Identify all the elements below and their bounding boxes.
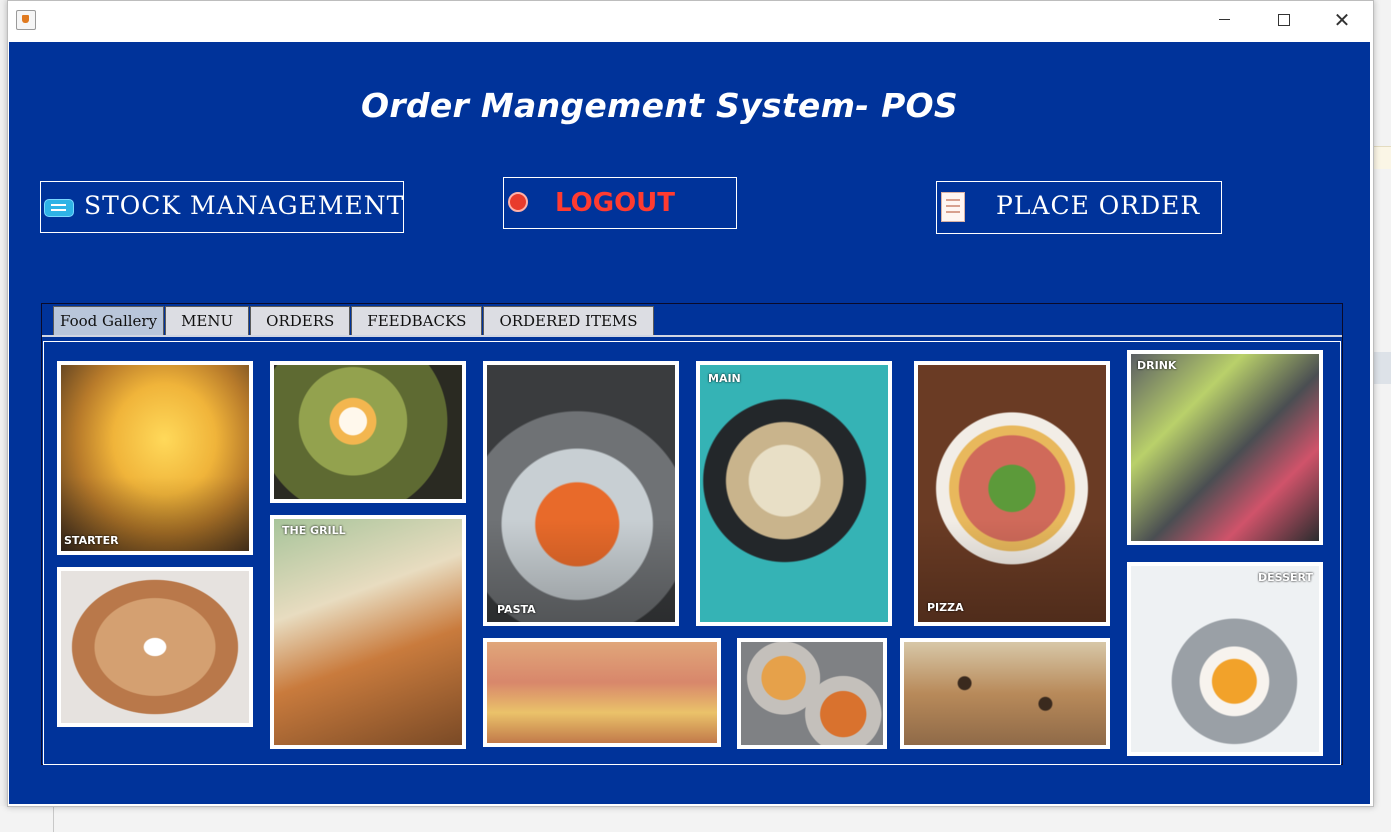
background-window-edge	[0, 806, 1391, 832]
gallery-caption: PASTA	[497, 603, 536, 616]
place-order-label: PLACE ORDER	[996, 191, 1201, 220]
gallery-image-crepe[interactable]	[57, 567, 253, 727]
stock-management-button[interactable]: STOCK MANAGEMENT	[40, 181, 404, 233]
gallery-image-egg-pizza[interactable]	[270, 361, 466, 503]
tab-strip: Food Gallery MENU ORDERS FEEDBACKS ORDER…	[53, 306, 655, 336]
tab-ordered-items[interactable]: ORDERED ITEMS	[483, 306, 654, 335]
tab-feedbacks[interactable]: FEEDBACKS	[351, 306, 483, 335]
tab-food-gallery[interactable]: Food Gallery	[53, 306, 165, 335]
gallery-image-main[interactable]: MAIN	[696, 361, 892, 626]
gallery-caption: STARTER	[64, 534, 119, 547]
gallery-caption: THE GRILL	[282, 524, 346, 537]
tab-divider	[42, 335, 1342, 337]
gallery-image-drink[interactable]: DRINK	[1127, 350, 1323, 545]
gallery-image-bowls[interactable]	[737, 638, 887, 749]
logout-label: LOGOUT	[555, 188, 676, 218]
gallery-caption: DRINK	[1137, 359, 1177, 372]
title-bar: ✕	[8, 1, 1373, 41]
gallery-image-pasta[interactable]: PASTA	[483, 361, 679, 626]
stock-management-label: STOCK MANAGEMENT	[84, 191, 405, 220]
ticket-icon	[44, 199, 74, 217]
gallery-caption: PIZZA	[927, 601, 964, 614]
gallery-image-grill[interactable]: THE GRILL	[270, 515, 466, 749]
receipt-icon	[941, 192, 965, 222]
minimize-button[interactable]	[1195, 1, 1253, 39]
place-order-button[interactable]: PLACE ORDER	[936, 181, 1222, 234]
tab-orders[interactable]: ORDERS	[250, 306, 351, 335]
gallery-caption: DESSERT	[1258, 571, 1313, 584]
record-icon	[508, 192, 528, 212]
tab-menu[interactable]: MENU	[165, 306, 250, 335]
gallery-image-starter[interactable]: STARTER	[57, 361, 253, 555]
logout-button[interactable]: LOGOUT	[503, 177, 737, 229]
close-button[interactable]: ✕	[1313, 1, 1371, 39]
maximize-button[interactable]	[1254, 1, 1312, 39]
gallery-image-dessert[interactable]: DESSERT	[1127, 562, 1323, 756]
gallery-caption: MAIN	[708, 372, 741, 385]
java-app-icon	[16, 10, 36, 30]
gallery-image-flatbread-2[interactable]	[900, 638, 1110, 749]
page-title: Order Mangement System- POS	[361, 86, 958, 125]
app-window: ✕ Order Mangement System- POS STOCK MANA…	[7, 0, 1374, 807]
background-window-edge	[1372, 0, 1391, 832]
main-panel: Order Mangement System- POS STOCK MANAGE…	[9, 42, 1370, 804]
gallery-image-pizza[interactable]: PIZZA	[914, 361, 1110, 626]
gallery-image-flatbread[interactable]	[483, 638, 721, 747]
